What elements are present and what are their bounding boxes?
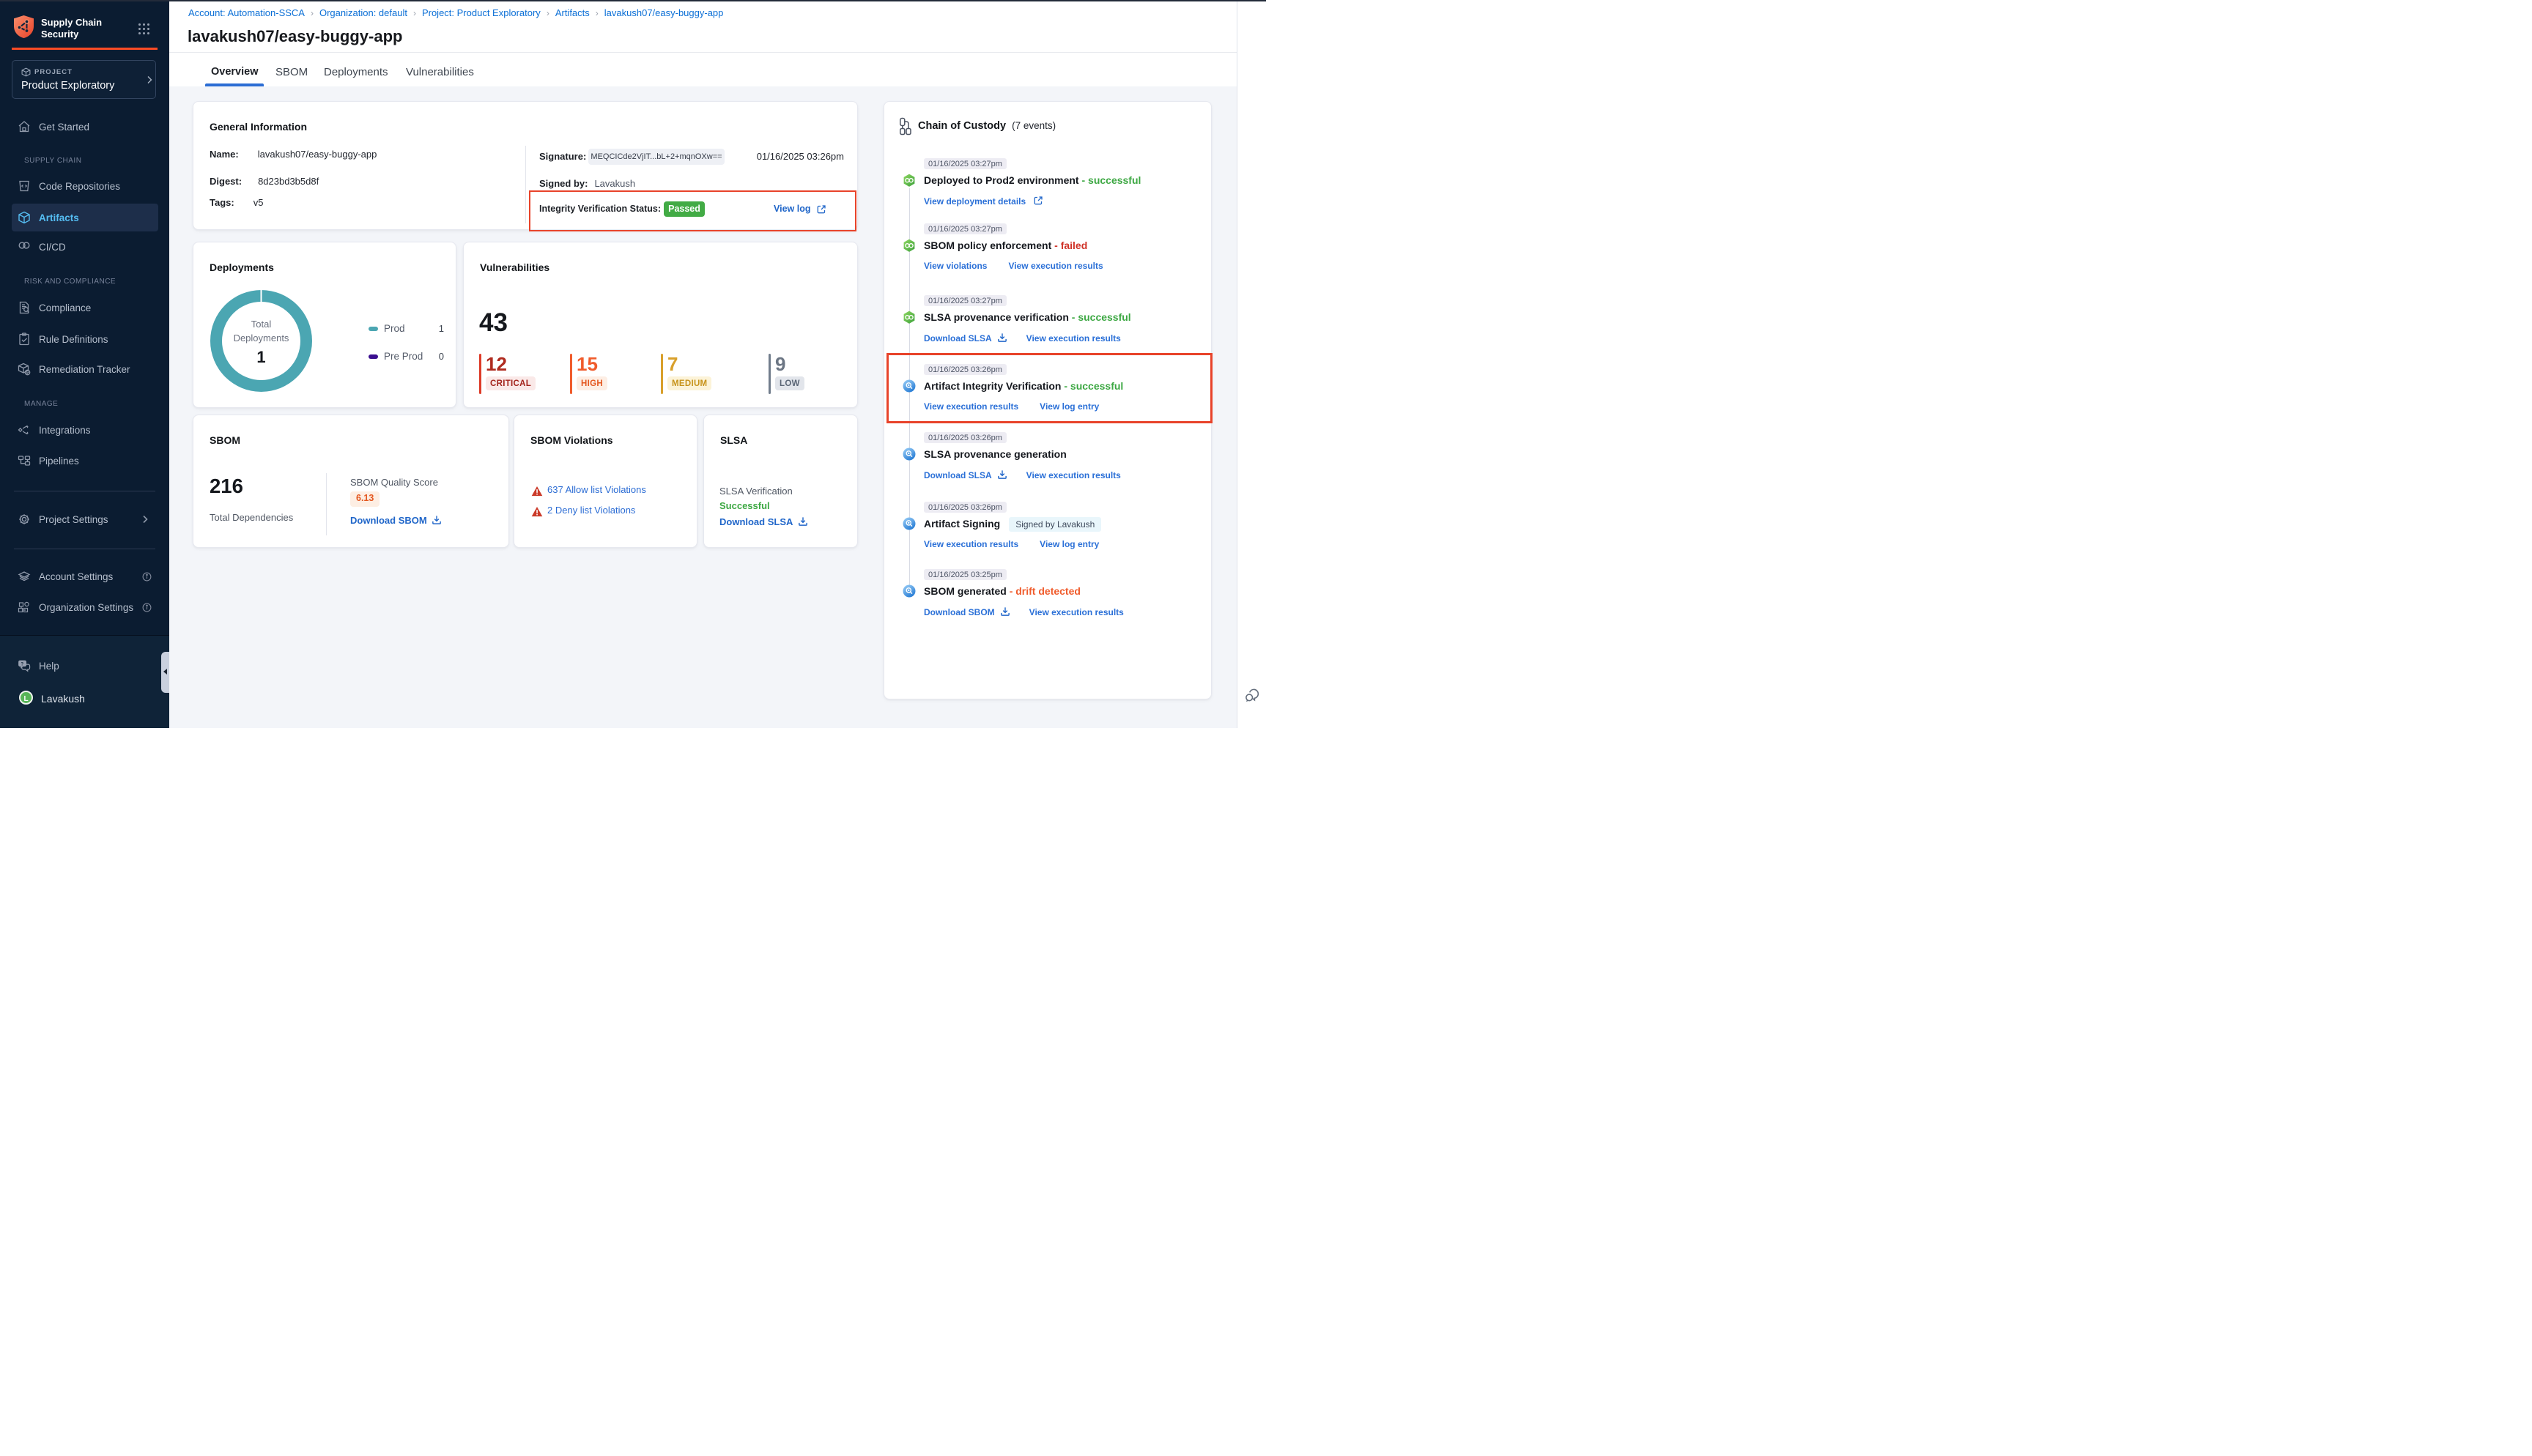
svg-text:?: ? [21, 661, 23, 666]
